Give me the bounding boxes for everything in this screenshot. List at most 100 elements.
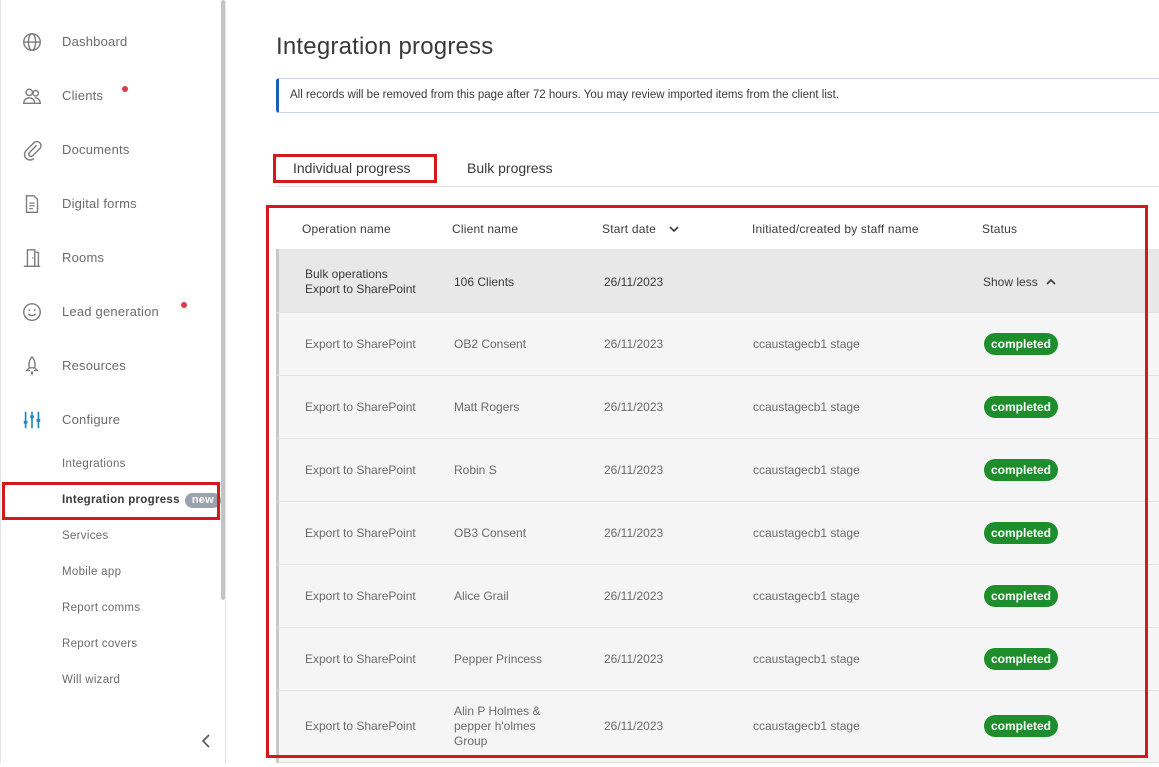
sidebar-item-clients[interactable]: Clients <box>1 76 221 116</box>
sidebar-item-label: Digital forms <box>62 196 137 211</box>
date-cell: 26/11/2023 <box>604 526 664 540</box>
date-cell: 26/11/2023 <box>604 589 664 603</box>
operation-line: Export to SharePoint <box>305 282 416 296</box>
paperclip-icon <box>23 140 42 161</box>
column-header-start-date[interactable]: Start date <box>602 222 680 236</box>
sidebar-item-label: Clients <box>62 88 104 103</box>
sidebar-item-label: Configure <box>62 412 121 427</box>
client-cell: 106 Clients <box>454 275 515 289</box>
chevron-left-icon[interactable] <box>198 732 214 750</box>
sidebar-item-label: Dashboard <box>62 34 128 49</box>
operation-cell: Export to SharePoint <box>305 337 416 351</box>
status-badge: completed <box>984 522 1059 544</box>
operation-cell: Export to SharePoint <box>305 463 416 477</box>
table-row[interactable]: Export to SharePoint Pepper Princess 26/… <box>276 628 1159 691</box>
client-cell: Matt Rogers <box>454 400 520 414</box>
sidebar-subitem-report-covers[interactable]: Report covers <box>62 638 137 650</box>
show-less-label: Show less <box>983 275 1038 289</box>
sidebar-item-digital-forms[interactable]: Digital forms <box>1 184 221 224</box>
sidebar-item-rooms[interactable]: Rooms <box>1 238 221 278</box>
staff-cell: ccaustagecb1 stage <box>753 400 860 414</box>
sidebar-item-label: Lead generation <box>62 304 159 319</box>
status-badge: completed <box>984 333 1059 355</box>
show-less-button[interactable]: Show less <box>983 275 1057 290</box>
staff-cell: ccaustagecb1 stage <box>753 589 860 603</box>
sidebar-item-label: Rooms <box>62 250 105 265</box>
users-icon <box>23 88 41 105</box>
highlight-box <box>273 154 437 183</box>
status-badge: completed <box>984 585 1059 607</box>
sidebar-item-configure[interactable]: Configure <box>1 400 221 440</box>
date-cell: 26/11/2023 <box>604 652 664 666</box>
chevron-down-icon <box>669 226 679 233</box>
table-row[interactable]: Export to SharePoint Matt Rogers 26/11/2… <box>276 376 1159 439</box>
notification-dot <box>122 86 128 92</box>
column-header-label: Start date <box>602 222 657 236</box>
sidebar-item-documents[interactable]: Documents <box>1 130 221 170</box>
table-row[interactable]: Export to SharePoint Alice Grail 26/11/2… <box>276 565 1159 628</box>
table-row[interactable]: Export to SharePoint Robin S 26/11/2023 … <box>276 439 1159 502</box>
client-cell: Alice Grail <box>454 589 509 603</box>
document-icon <box>25 195 39 213</box>
staff-cell: ccaustagecb1 stage <box>753 526 860 540</box>
sidebar: Dashboard Clients Documents Digital form… <box>0 0 226 763</box>
staff-cell: ccaustagecb1 stage <box>753 719 860 733</box>
date-cell: 26/11/2023 <box>604 400 664 414</box>
date-cell: 26/11/2023 <box>604 337 664 351</box>
sidebar-item-label: Resources <box>62 358 126 373</box>
table-row-group[interactable]: Bulk operations Export to SharePoint 106… <box>276 249 1159 313</box>
client-cell: OB3 Consent <box>454 526 527 540</box>
status-badge: completed <box>984 715 1059 737</box>
column-header-operation[interactable]: Operation name <box>302 222 391 236</box>
status-badge: completed <box>984 396 1059 418</box>
operation-line: Bulk operations <box>305 267 388 281</box>
sidebar-subitem-services[interactable]: Services <box>62 530 109 542</box>
tab-bulk-progress[interactable]: Bulk progress <box>467 160 553 176</box>
date-cell: 26/11/2023 <box>604 275 664 289</box>
sidebar-item-resources[interactable]: Resources <box>1 346 221 386</box>
table-header: Operation name Client name Start date In… <box>276 207 1159 250</box>
rocket-icon <box>25 355 39 377</box>
sidebar-subitem-integrations[interactable]: Integrations <box>62 458 126 470</box>
column-header-client[interactable]: Client name <box>452 222 518 236</box>
progress-table: Operation name Client name Start date In… <box>276 207 1159 767</box>
staff-cell: ccaustagecb1 stage <box>753 652 860 666</box>
sliders-icon <box>23 411 41 429</box>
sidebar-item-label: Documents <box>62 142 130 157</box>
info-banner: All records will be removed from this pa… <box>276 78 1159 113</box>
operation-cell: Export to SharePoint <box>305 526 416 540</box>
status-badge: completed <box>984 648 1059 670</box>
chevron-up-icon <box>1046 278 1056 285</box>
operation-cell: Export to SharePoint <box>305 589 416 603</box>
sidebar-item-dashboard[interactable]: Dashboard <box>1 22 221 62</box>
sidebar-subitem-mobile-app[interactable]: Mobile app <box>62 566 121 578</box>
smiley-icon <box>23 303 41 321</box>
client-cell: OB2 Consent <box>454 337 527 351</box>
column-header-staff[interactable]: Initiated/created by staff name <box>752 222 919 236</box>
door-icon <box>23 249 41 267</box>
globe-icon <box>23 33 41 51</box>
operation-cell: Bulk operations Export to SharePoint <box>305 267 416 297</box>
table-row[interactable]: Export to SharePoint OB2 Consent 26/11/2… <box>276 313 1159 376</box>
date-cell: 26/11/2023 <box>604 463 664 477</box>
staff-cell: ccaustagecb1 stage <box>753 463 860 477</box>
operation-cell: Export to SharePoint <box>305 719 416 733</box>
sidebar-subitem-will-wizard[interactable]: Will wizard <box>62 674 120 686</box>
client-cell: Alin P Holmes & pepper h'olmes Group <box>454 704 541 748</box>
highlight-box <box>2 482 220 520</box>
notification-dot <box>181 302 187 308</box>
table-row[interactable]: Export to SharePoint OB3 Consent 26/11/2… <box>276 502 1159 565</box>
client-cell: Pepper Princess <box>454 652 543 666</box>
date-cell: 26/11/2023 <box>604 719 664 733</box>
info-banner-text: All records will be removed from this pa… <box>290 89 840 101</box>
status-badge: completed <box>984 459 1059 481</box>
sidebar-scrollbar[interactable] <box>221 0 225 600</box>
page-title: Integration progress <box>276 33 494 60</box>
table-row[interactable]: Export to SharePoint Alin P Holmes & pep… <box>276 691 1159 763</box>
tabs-divider <box>276 186 1159 187</box>
operation-cell: Export to SharePoint <box>305 400 416 414</box>
sidebar-item-lead-generation[interactable]: Lead generation <box>1 292 221 332</box>
column-header-status[interactable]: Status <box>982 222 1017 236</box>
operation-cell: Export to SharePoint <box>305 652 416 666</box>
sidebar-subitem-report-comms[interactable]: Report comms <box>62 602 140 614</box>
